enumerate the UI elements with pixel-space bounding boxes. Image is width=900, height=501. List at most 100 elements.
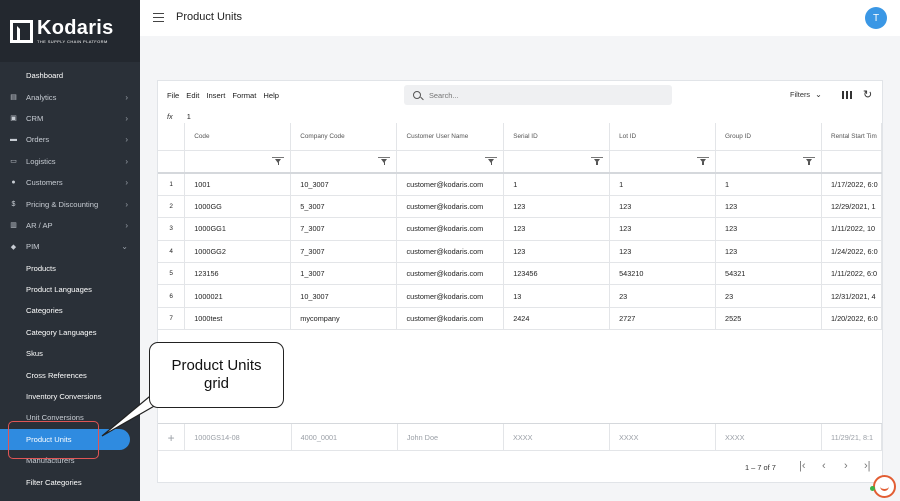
table-row[interactable]: 3 1000GG1 7_3007 customer@kodaris.com 123 123… <box>158 217 882 241</box>
sidebar-item-crm[interactable]: ▣ CRM › <box>0 108 140 129</box>
filter-cell-group-id[interactable] <box>715 150 822 174</box>
filter-icon[interactable] <box>378 156 391 165</box>
table-row[interactable]: 7 1000test mycompany customer@kodaris.com 24… <box>158 307 882 331</box>
refresh-icon[interactable]: ↻ <box>863 90 872 101</box>
table-cell[interactable]: 1/11/2022, 6:0 <box>821 262 882 286</box>
table-row[interactable]: 1 1001 10_3007 customer@kodaris.com 1 1 1 1/17/… <box>158 173 882 196</box>
table-cell[interactable]: 1000021 <box>184 284 292 308</box>
table-cell[interactable]: 7_3007 <box>290 217 398 241</box>
sidebar-item-logistics[interactable]: ▭ Logistics › <box>0 151 140 172</box>
menu-insert[interactable]: Insert <box>206 91 225 100</box>
filter-icon[interactable] <box>272 156 285 165</box>
search-input[interactable] <box>429 90 649 100</box>
table-cell[interactable]: 123 <box>609 240 717 264</box>
sidebar-item-orders[interactable]: ▬ Orders › <box>0 129 140 150</box>
menu-help[interactable]: Help <box>263 91 279 100</box>
sidebar-item-categories[interactable]: Categories <box>0 300 140 321</box>
table-cell[interactable]: 12/31/2021, 4 <box>821 284 882 308</box>
first-page-icon[interactable]: |‹ <box>799 460 806 472</box>
table-cell[interactable]: 2525 <box>715 307 822 331</box>
table-cell[interactable]: 123 <box>609 195 717 219</box>
table-cell[interactable]: 1001 <box>184 173 292 196</box>
table-cell[interactable]: 1/20/2022, 6:0 <box>821 307 882 331</box>
table-cell[interactable]: 1/11/2022, 10 <box>821 217 882 241</box>
avatar[interactable]: T <box>865 7 887 29</box>
table-cell[interactable]: 1000test <box>184 307 292 331</box>
table-cell[interactable]: customer@kodaris.com <box>396 195 505 219</box>
previous-page-icon[interactable]: ‹ <box>822 460 826 472</box>
table-cell[interactable]: 123 <box>715 217 822 241</box>
filter-cell-rental-start-time[interactable] <box>821 150 882 174</box>
column-header-customer-user-name[interactable]: Customer User Name <box>396 123 505 151</box>
table-cell[interactable]: 2727 <box>609 307 717 331</box>
sidebar-item-customers[interactable]: ● Customers › <box>0 172 140 193</box>
new-row-cell[interactable]: XXXX <box>715 424 823 451</box>
filters-button[interactable]: Filters ⌄ <box>790 90 822 99</box>
table-cell[interactable]: 1 <box>503 173 611 196</box>
table-row[interactable]: 6 1000021 10_3007 customer@kodaris.com 13 23 2… <box>158 284 882 308</box>
table-cell[interactable]: 10_3007 <box>290 173 398 196</box>
last-page-icon[interactable]: ›| <box>864 460 871 472</box>
sidebar-item-ar-ap[interactable]: ▥ AR / AP › <box>0 215 140 236</box>
table-row[interactable]: 2 1000GG 5_3007 customer@kodaris.com 123 123 1… <box>158 195 882 219</box>
menu-format[interactable]: Format <box>232 91 256 100</box>
table-row[interactable]: 4 1000GG2 7_3007 customer@kodaris.com 123 123… <box>158 240 882 264</box>
sidebar-item-pricing[interactable]: $ Pricing & Discounting › <box>0 193 140 214</box>
table-row[interactable]: 5 123156 1_3007 customer@kodaris.com 123456 5… <box>158 262 882 286</box>
table-cell[interactable]: 23 <box>609 284 717 308</box>
logo[interactable]: Kodaris THE SUPPLY CHAIN PLATFORM <box>0 0 140 62</box>
table-cell[interactable]: 123456 <box>503 262 611 286</box>
table-cell[interactable]: customer@kodaris.com <box>396 173 505 196</box>
table-cell[interactable]: 1 <box>609 173 717 196</box>
table-cell[interactable]: mycompany <box>290 307 398 331</box>
table-cell[interactable]: customer@kodaris.com <box>396 284 505 308</box>
table-cell[interactable]: 123 <box>609 217 717 241</box>
table-cell[interactable]: 123156 <box>184 262 292 286</box>
sidebar-item-skus[interactable]: Skus <box>0 343 140 364</box>
filter-icon[interactable] <box>591 156 604 165</box>
table-cell[interactable]: customer@kodaris.com <box>396 307 505 331</box>
table-cell[interactable]: 13 <box>503 284 611 308</box>
table-cell[interactable]: 123 <box>715 240 822 264</box>
sidebar-item-products[interactable]: Products <box>0 258 140 279</box>
filter-cell-code[interactable] <box>184 150 292 174</box>
sidebar-item-cross-references[interactable]: Cross References <box>0 364 140 385</box>
table-cell[interactable]: 1 <box>715 173 822 196</box>
filter-icon[interactable] <box>802 156 815 165</box>
table-cell[interactable]: 10_3007 <box>290 284 398 308</box>
table-cell[interactable]: 2424 <box>503 307 611 331</box>
table-cell[interactable]: 123 <box>715 195 822 219</box>
menu-file[interactable]: File <box>167 91 179 100</box>
next-page-icon[interactable]: › <box>844 460 848 472</box>
sidebar-item-analytics[interactable]: ▤ Analytics › <box>0 86 140 107</box>
filter-icon[interactable] <box>485 156 498 165</box>
sidebar-item-product-languages[interactable]: Product Languages <box>0 279 140 300</box>
column-header-lot-id[interactable]: Lot ID <box>609 123 717 151</box>
table-cell[interactable]: 123 <box>503 217 611 241</box>
menu-edit[interactable]: Edit <box>186 91 199 100</box>
table-cell[interactable]: 123 <box>503 195 611 219</box>
table-cell[interactable]: customer@kodaris.com <box>396 262 505 286</box>
filter-icon[interactable] <box>697 156 710 165</box>
table-cell[interactable]: 1000GG1 <box>184 217 292 241</box>
table-cell[interactable]: 543210 <box>609 262 717 286</box>
table-cell[interactable]: 54321 <box>715 262 822 286</box>
table-cell[interactable]: 5_3007 <box>290 195 398 219</box>
formula-value[interactable]: 1 <box>187 112 191 121</box>
column-header-group-id[interactable]: Group ID <box>715 123 822 151</box>
table-cell[interactable]: customer@kodaris.com <box>396 217 505 241</box>
column-header-rental-start-time[interactable]: Rental Start Tim <box>821 123 882 151</box>
table-cell[interactable]: 1/24/2022, 6:0 <box>821 240 882 264</box>
sidebar-item-dashboard[interactable]: Dashboard <box>0 65 140 86</box>
new-row-cell[interactable]: 11/29/21, 8:1 <box>821 424 882 451</box>
new-row-cell[interactable]: John Doe <box>397 424 505 451</box>
filter-cell-company-code[interactable] <box>290 150 398 174</box>
filter-cell-serial-id[interactable] <box>503 150 611 174</box>
table-cell[interactable]: 7_3007 <box>290 240 398 264</box>
new-row-cell[interactable]: XXXX <box>609 424 717 451</box>
table-cell[interactable]: 12/29/2021, 1 <box>821 195 882 219</box>
new-row-cell[interactable]: 4000_0001 <box>291 424 398 451</box>
chat-icon[interactable] <box>873 475 896 498</box>
table-cell[interactable]: 1/17/2022, 6:0 <box>821 173 882 196</box>
table-cell[interactable]: 123 <box>503 240 611 264</box>
